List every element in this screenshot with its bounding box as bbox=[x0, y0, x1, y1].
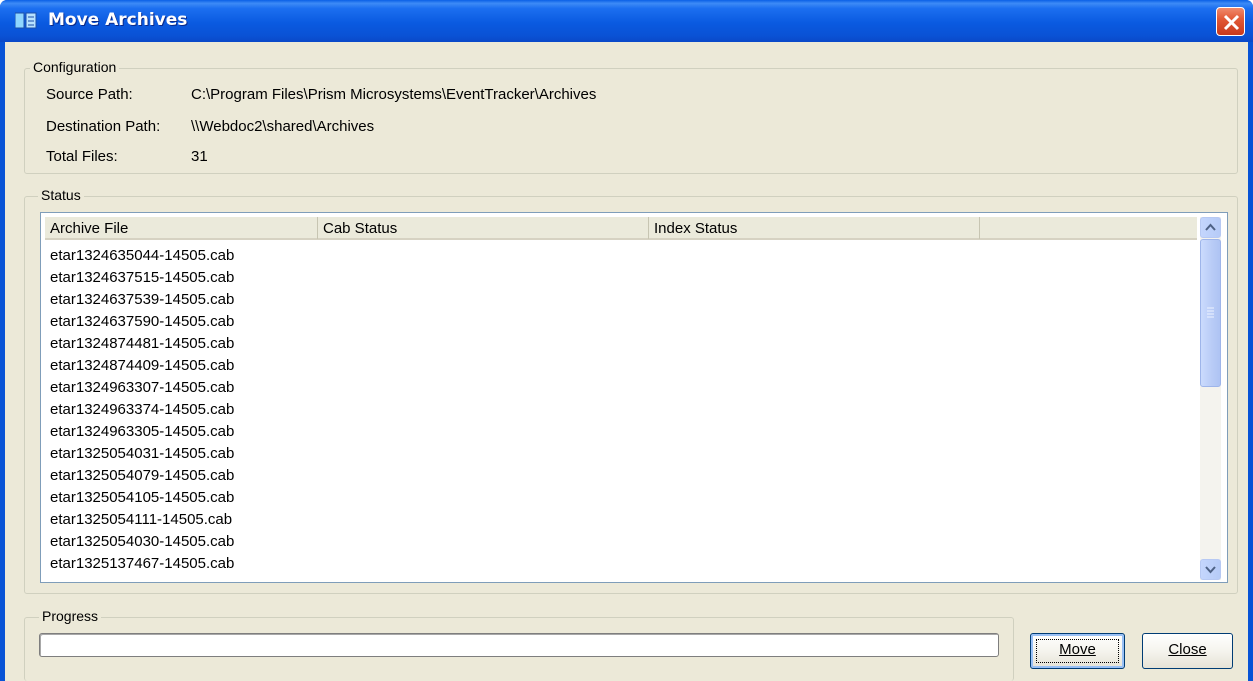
list-header: Archive File Cab Status Index Status bbox=[45, 217, 1197, 240]
column-header-index-status[interactable]: Index Status bbox=[649, 217, 980, 239]
scroll-up-arrow-icon bbox=[1205, 223, 1216, 231]
list-item[interactable]: etar1325054111-14505.cab bbox=[50, 509, 1190, 530]
move-button-focus-rect bbox=[1036, 639, 1119, 663]
list-item[interactable]: etar1325054030-14505.cab bbox=[50, 531, 1190, 552]
scroll-up-button[interactable] bbox=[1200, 217, 1221, 238]
window-title: Move Archives bbox=[48, 10, 188, 30]
title-bar[interactable]: Move Archives bbox=[0, 0, 1253, 42]
column-header-cab-status[interactable]: Cab Status bbox=[318, 217, 649, 239]
list-item[interactable]: etar1324637515-14505.cab bbox=[50, 267, 1190, 288]
list-item[interactable]: etar1324635044-14505.cab bbox=[50, 245, 1190, 266]
configuration-group-label: Configuration bbox=[30, 59, 120, 75]
column-header-empty[interactable] bbox=[980, 217, 1197, 239]
total-files-value: 31 bbox=[191, 148, 208, 165]
list-item[interactable]: etar1325054079-14505.cab bbox=[50, 465, 1190, 486]
progress-bar bbox=[39, 633, 999, 657]
scroll-down-arrow-icon bbox=[1205, 566, 1216, 574]
archive-app-icon bbox=[15, 12, 37, 29]
scroll-thumb[interactable] bbox=[1200, 239, 1221, 387]
list-item[interactable]: etar1324963374-14505.cab bbox=[50, 399, 1190, 420]
list-item[interactable]: etar1325054105-14505.cab bbox=[50, 487, 1190, 508]
source-path-label: Source Path: bbox=[46, 86, 133, 103]
list-item[interactable]: etar1324963307-14505.cab bbox=[50, 377, 1190, 398]
archive-list-view[interactable]: Archive File Cab Status Index Status eta… bbox=[40, 212, 1228, 583]
column-header-archive-file[interactable]: Archive File bbox=[45, 217, 318, 239]
move-archives-window: Move Archives Configuration Source Path:… bbox=[0, 0, 1253, 681]
destination-path-label: Destination Path: bbox=[46, 118, 161, 135]
list-item[interactable]: etar1324637539-14505.cab bbox=[50, 289, 1190, 310]
list-item[interactable]: etar1325054031-14505.cab bbox=[50, 443, 1190, 464]
list-item[interactable]: etar1325137467-14505.cab bbox=[50, 553, 1190, 574]
move-button[interactable]: Move bbox=[1030, 633, 1125, 669]
destination-path-value: \\Webdoc2\shared\Archives bbox=[191, 118, 375, 135]
list-item[interactable]: etar1324874409-14505.cab bbox=[50, 355, 1190, 376]
source-path-value: C:\Program Files\Prism Microsystems\Even… bbox=[191, 86, 597, 103]
progress-group-label: Progress bbox=[39, 608, 102, 624]
archive-rows: etar1324635044-14505.cab etar1324637515-… bbox=[50, 245, 1190, 574]
window-frame-right bbox=[1248, 42, 1253, 681]
close-button[interactable]: Close bbox=[1142, 633, 1233, 669]
scroll-grip-icon bbox=[1207, 307, 1214, 318]
close-icon bbox=[1223, 14, 1240, 31]
vertical-scrollbar[interactable] bbox=[1200, 217, 1221, 580]
scroll-down-button[interactable] bbox=[1200, 559, 1221, 580]
status-group-label: Status bbox=[38, 187, 84, 203]
close-window-button[interactable] bbox=[1216, 7, 1245, 36]
close-button-label: Close bbox=[1168, 641, 1207, 658]
total-files-label: Total Files: bbox=[46, 148, 118, 165]
list-item[interactable]: etar1324874481-14505.cab bbox=[50, 333, 1190, 354]
list-item[interactable]: etar1324963305-14505.cab bbox=[50, 421, 1190, 442]
list-item[interactable]: etar1324637590-14505.cab bbox=[50, 311, 1190, 332]
